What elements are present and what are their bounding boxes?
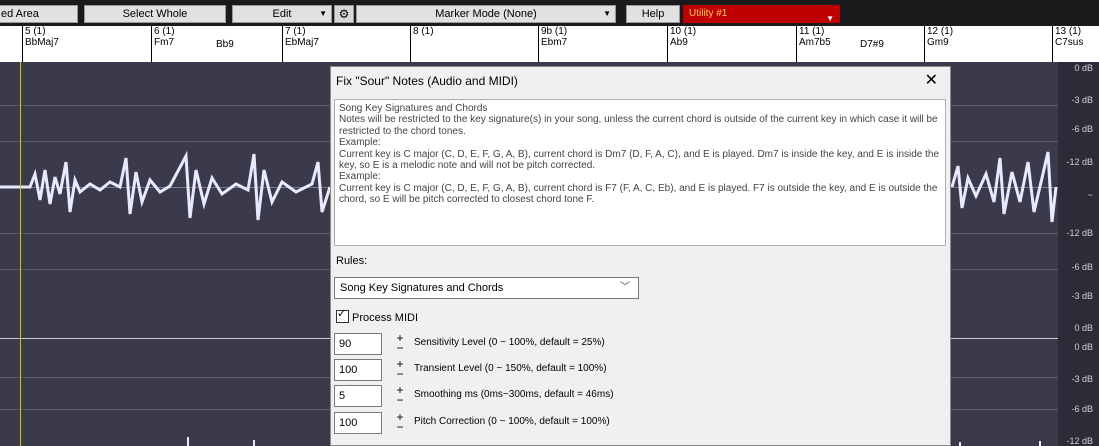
chevron-down-icon: ▼	[319, 9, 327, 18]
dialog-title: Fix "Sour" Notes (Audio and MIDI)	[336, 74, 518, 88]
bar-number: 13 (1)	[1055, 26, 1082, 37]
bar-number: 5 (1)	[25, 26, 46, 37]
bar-marker: 7 (1) EbMaj7	[282, 26, 319, 62]
rules-value: Song Key Signatures and Chords	[340, 282, 504, 294]
bar-number: 9b (1)	[541, 26, 568, 37]
edit-menu-button[interactable]: Edit ▼	[232, 5, 332, 23]
chord-label: Gm9	[927, 37, 949, 48]
minus-icon[interactable]: −	[394, 394, 406, 406]
marker-mode-label: Marker Mode (None)	[435, 8, 537, 20]
bar-marker: 6 (1) Fm7	[151, 26, 175, 62]
marker-mode-button[interactable]: Marker Mode (None) ▼	[356, 5, 616, 23]
chord-label: D7#9	[860, 39, 884, 50]
process-midi-checkbox[interactable]: ✓ Process MIDI	[336, 308, 419, 324]
db-label: -3 dB	[1071, 374, 1093, 384]
bar-marker: 11 (1) Am7b5	[796, 26, 831, 62]
select-whole-button[interactable]: Select Whole	[84, 5, 226, 23]
minus-icon[interactable]: −	[394, 421, 406, 433]
help-line: Notes will be restricted to the key sign…	[339, 114, 938, 137]
bar-number: 11 (1)	[799, 26, 825, 37]
db-label: -12 dB	[1066, 157, 1093, 167]
chord-label: EbMaj7	[285, 37, 319, 48]
pitch-correction-label: Pitch Correction (0 ~ 100%, default = 10…	[414, 416, 610, 427]
minus-icon[interactable]: −	[394, 342, 406, 354]
help-line: Example:	[339, 171, 381, 183]
rules-label: Rules:	[336, 255, 368, 267]
chevron-down-icon: ▼	[603, 9, 611, 18]
fix-sour-notes-dialog: Fix "Sour" Notes (Audio and MIDI) ✕ Song…	[330, 66, 951, 446]
help-line: Song Key Signatures and Chords	[339, 103, 488, 114]
smoothing-stepper[interactable]: + −	[394, 384, 406, 406]
checkmark-icon: ✓	[337, 308, 347, 320]
rules-select[interactable]: Song Key Signatures and Chords ﹀	[334, 277, 639, 299]
playhead-line	[20, 62, 21, 446]
chord-label: C7sus	[1055, 37, 1084, 48]
bar-number: 12 (1)	[927, 26, 954, 37]
chord-label: Bb9	[216, 39, 234, 50]
db-label: -12 dB	[1066, 228, 1093, 238]
bar-number: 10 (1)	[670, 26, 697, 37]
process-midi-label: Process MIDI	[352, 312, 419, 324]
db-label: -6 dB	[1071, 404, 1093, 414]
transient-stepper[interactable]: + −	[394, 358, 406, 380]
transient-label: Transient Level (0 ~ 150%, default = 100…	[414, 363, 607, 374]
chord-label: Am7b5	[799, 37, 831, 48]
utility-dropdown[interactable]: Utility #1 ▼	[683, 5, 840, 23]
bar-number: 7 (1)	[285, 26, 306, 37]
checkbox-box[interactable]: ✓	[336, 308, 349, 323]
db-label: -12 dB	[1066, 436, 1093, 446]
transient-input[interactable]: 100	[334, 359, 382, 381]
db-label: 0 dB	[1074, 342, 1093, 352]
chord-label: Fm7	[154, 37, 174, 48]
db-label: -3 dB	[1071, 95, 1093, 105]
sensitivity-label: Sensitivity Level (0 ~ 100%, default = 2…	[414, 337, 605, 348]
db-label: -6 dB	[1071, 262, 1093, 272]
smoothing-label: Smoothing ms (0ms~300ms, default = 46ms)	[414, 389, 614, 400]
bar-marker: 10 (1) Ab9	[667, 26, 696, 62]
minus-icon[interactable]: −	[394, 368, 406, 380]
bar-marker: 8 (1)	[410, 26, 434, 62]
help-text-box: Song Key Signatures and Chords Notes wil…	[334, 99, 946, 246]
help-line: Current key is C major (C, D, E, F, G, A…	[339, 148, 940, 172]
db-label: ~	[1087, 190, 1093, 200]
utility-label: Utility #1	[689, 8, 728, 19]
gear-icon[interactable]: ⚙	[334, 5, 354, 23]
pitch-correction-input[interactable]: 100	[334, 412, 382, 434]
bar-marker: 12 (1) Gm9	[924, 26, 953, 62]
db-label: -3 dB	[1071, 291, 1093, 301]
db-label: 0 dB	[1074, 323, 1093, 333]
chord-label: Ebm7	[541, 37, 568, 48]
help-line: Example:	[339, 137, 381, 149]
chevron-down-icon: ﹀	[620, 282, 630, 293]
sensitivity-stepper[interactable]: + −	[394, 332, 406, 354]
edit-label: Edit	[272, 8, 292, 20]
help-line: Current key is C major (C, D, E, F, G, A…	[339, 182, 938, 206]
sensitivity-input[interactable]: 90	[334, 333, 382, 355]
bar-number: 6 (1)	[154, 26, 175, 37]
chord-label: BbMaj7	[25, 37, 59, 48]
bar-ruler[interactable]: 5 (1) BbMaj7 6 (1) Fm7 Bb9 7 (1) EbMaj7 8 (…	[0, 26, 1099, 63]
chord-label: Ab9	[670, 37, 688, 48]
db-label: 0 dB	[1074, 63, 1093, 73]
db-scale: 0 dB -3 dB -6 dB -12 dB ~ -12 dB -6 dB -…	[1058, 62, 1099, 446]
close-icon[interactable]: ✕	[925, 70, 938, 90]
bar-marker: 13 (1) C7sus	[1052, 26, 1083, 62]
pitch-correction-stepper[interactable]: + −	[394, 411, 406, 433]
area-button[interactable]: ed Area	[0, 5, 78, 23]
bar-number: 8 (1)	[413, 26, 434, 37]
toolbar: ed Area Select Whole Edit ▼ ⚙ Marker Mode…	[0, 0, 1099, 26]
smoothing-input[interactable]: 5	[334, 385, 382, 407]
help-button[interactable]: Help	[626, 5, 680, 23]
bar-marker: 9b (1) Ebm7	[538, 26, 567, 62]
bar-marker: 5 (1) BbMaj7	[22, 26, 59, 62]
db-label: -6 dB	[1071, 124, 1093, 134]
